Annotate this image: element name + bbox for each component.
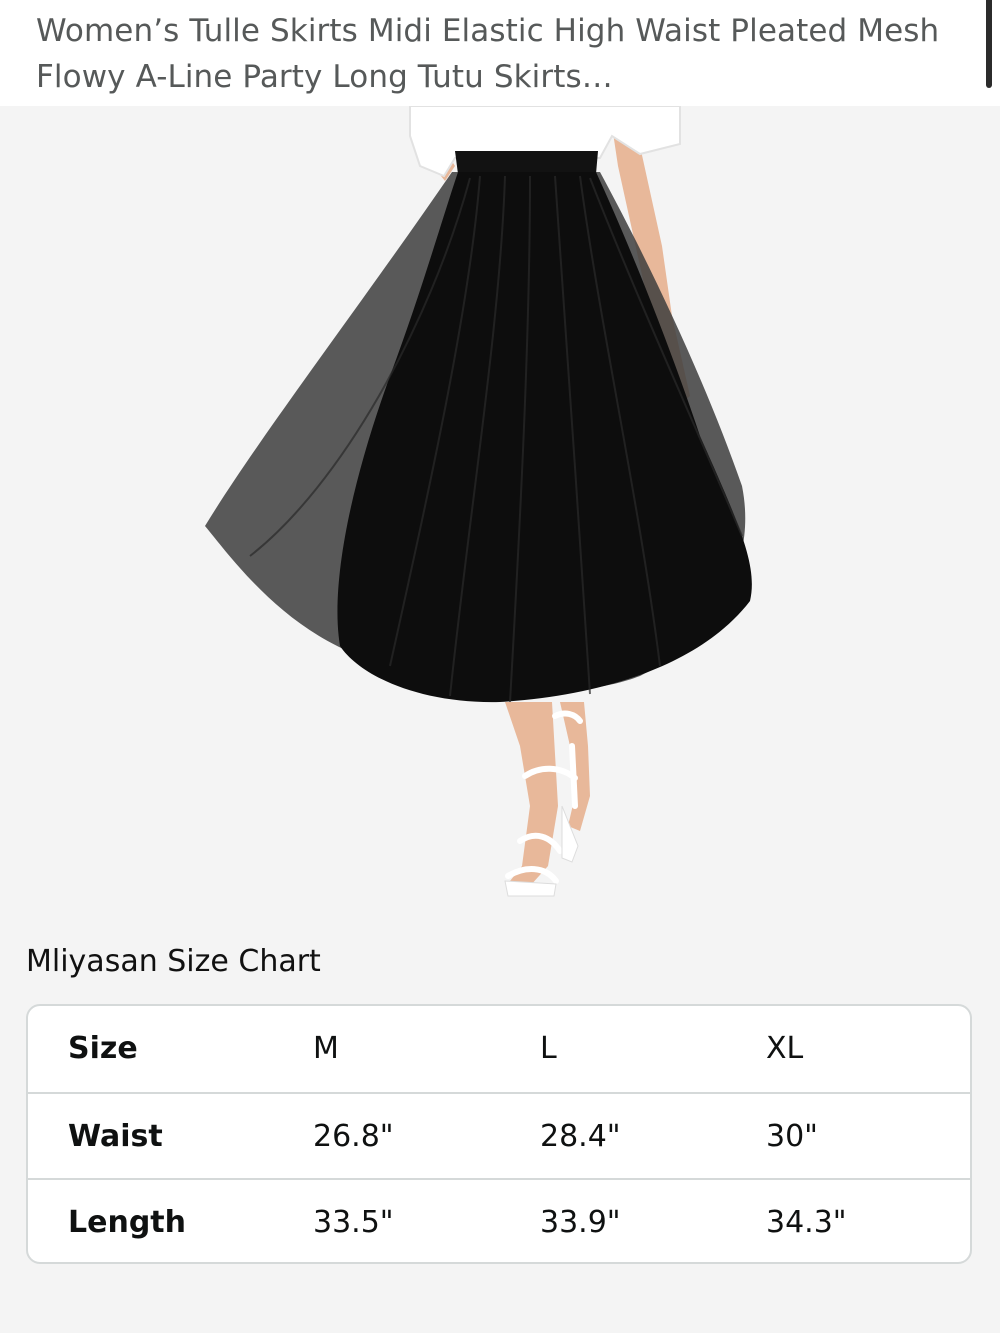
table-cell: 33.9" <box>540 1205 621 1240</box>
product-header: Women’s Tulle Skirts Midi Elastic High W… <box>0 0 1000 106</box>
table-row-waist: Waist 26.8" 28.4" 30" <box>28 1092 970 1180</box>
table-cell: 26.8" <box>313 1119 394 1154</box>
size-chart-title: Mliyasan Size Chart <box>26 944 321 979</box>
product-title: Women’s Tulle Skirts Midi Elastic High W… <box>36 13 940 95</box>
row-label: Size <box>68 1031 138 1066</box>
table-cell: XL <box>766 1031 804 1066</box>
table-cell: M <box>313 1031 339 1066</box>
skirt-model-illustration <box>205 105 752 897</box>
table-cell: 30" <box>766 1119 818 1154</box>
table-cell: 28.4" <box>540 1119 621 1154</box>
size-chart-table: Size M L XL Waist 26.8" 28.4" 30" Length… <box>26 1004 972 1264</box>
table-cell: L <box>540 1031 557 1066</box>
product-image[interactable] <box>0 105 1000 906</box>
table-row-size: Size M L XL <box>28 1006 970 1092</box>
table-cell: 33.5" <box>313 1205 394 1240</box>
row-label: Length <box>68 1205 186 1240</box>
scroll-indicator[interactable] <box>986 0 992 88</box>
row-label: Waist <box>68 1119 163 1154</box>
table-row-length: Length 33.5" 33.9" 34.3" <box>28 1178 970 1262</box>
table-cell: 34.3" <box>766 1205 847 1240</box>
